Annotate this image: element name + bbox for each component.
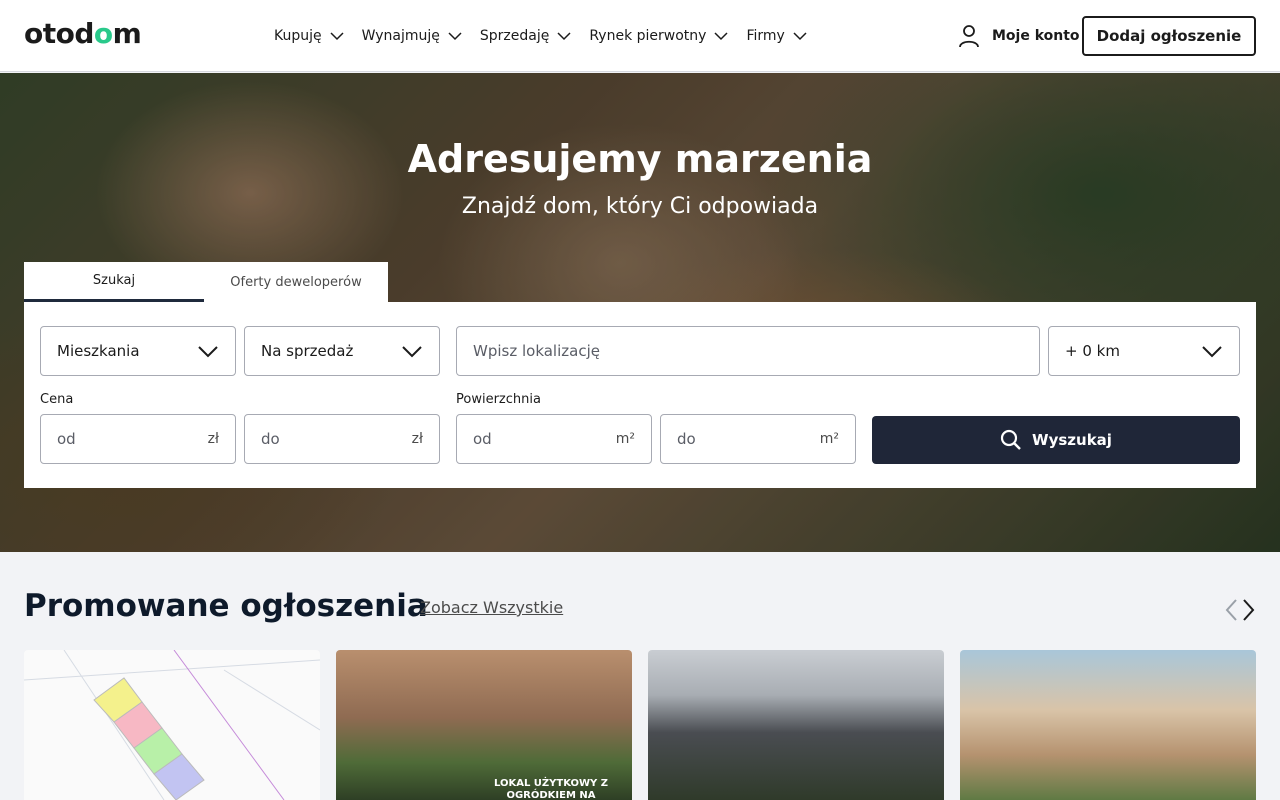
main-nav: Kupuję Wynajmuję Sprzedaję Rynek pierwot… <box>274 24 825 48</box>
add-listing-button[interactable]: Dodaj ogłoszenie <box>1082 16 1256 56</box>
chevron-down-icon <box>330 32 344 41</box>
search-tabs: Szukaj Oferty deweloperów <box>24 262 388 302</box>
location-field[interactable] <box>456 326 1040 376</box>
hero-section: Adresujemy marzenia Znajdź dom, który Ci… <box>0 73 1280 552</box>
transaction-type-select[interactable]: Na sprzedaż <box>244 326 440 376</box>
listing-card[interactable]: LOKAL UŻYTKOWY Z OGRÓDKIEM NA <box>336 650 632 800</box>
chevron-down-icon <box>448 32 462 41</box>
chevron-down-icon <box>714 32 728 41</box>
search-icon <box>1000 429 1021 450</box>
area-unit: m² <box>615 431 635 447</box>
nav-item-wynajmuje[interactable]: Wynajmuję <box>362 24 462 48</box>
area-from-field[interactable]: m² <box>456 414 652 464</box>
search-panel: Mieszkania Na sprzedaż + 0 km Cena Powie… <box>24 302 1256 488</box>
price-from-input[interactable] <box>57 430 219 448</box>
nav-item-label: Sprzedaję <box>479 28 550 44</box>
area-to-field[interactable]: m² <box>660 414 856 464</box>
user-icon <box>959 25 979 48</box>
nav-item-label: Rynek pierwotny <box>589 28 707 44</box>
search-button-label: Wyszukaj <box>1032 431 1112 449</box>
transaction-type-value: Na sprzedaż <box>261 342 354 360</box>
area-from-input[interactable] <box>473 430 635 448</box>
chevron-down-icon <box>402 346 422 358</box>
account-label: Moje konto <box>992 28 1080 44</box>
nav-item-kupuje[interactable]: Kupuję <box>274 24 344 48</box>
price-from-field[interactable]: zł <box>40 414 236 464</box>
nav-item-label: Firmy <box>746 28 785 44</box>
tab-search[interactable]: Szukaj <box>24 262 204 302</box>
distance-value: + 0 km <box>1065 342 1120 360</box>
area-label: Powierzchnia <box>456 392 541 407</box>
listing-card[interactable] <box>648 650 944 800</box>
chevron-down-icon <box>1202 346 1222 358</box>
property-type-select[interactable]: Mieszkania <box>40 326 236 376</box>
nav-item-label: Wynajmuję <box>361 28 440 44</box>
area-to-input[interactable] <box>677 430 839 448</box>
chevron-down-icon <box>793 32 807 41</box>
promoted-title: Promowane ogłoszenia <box>24 588 428 624</box>
hero-subtitle: Znajdź dom, który Ci odpowiada <box>461 194 819 219</box>
search-button[interactable]: Wyszukaj <box>872 416 1240 464</box>
carousel-prev-icon[interactable] <box>1222 598 1242 622</box>
price-to-input[interactable] <box>261 430 423 448</box>
listing-card[interactable] <box>24 650 320 800</box>
nav-item-sprzedaje[interactable]: Sprzedaję <box>480 24 571 48</box>
chevron-down-icon <box>557 32 571 41</box>
plot-map-image <box>24 650 320 800</box>
hero-title: Adresujemy marzenia <box>407 137 873 181</box>
nav-item-label: Kupuję <box>274 28 322 44</box>
otodom-logo[interactable]: otodom <box>24 17 142 51</box>
nav-item-firmy[interactable]: Firmy <box>746 24 807 48</box>
my-account-link[interactable]: Moje konto <box>958 24 1080 48</box>
property-type-value: Mieszkania <box>57 342 140 360</box>
distance-select[interactable]: + 0 km <box>1048 326 1240 376</box>
price-unit: zł <box>207 431 219 447</box>
price-label: Cena <box>40 392 74 407</box>
price-unit: zł <box>411 431 423 447</box>
nav-item-rynek-pierwotny[interactable]: Rynek pierwotny <box>589 24 728 48</box>
location-input[interactable] <box>473 342 1023 360</box>
chevron-down-icon <box>198 346 218 358</box>
price-to-field[interactable]: zł <box>244 414 440 464</box>
see-all-link[interactable]: Zobacz Wszystkie <box>420 598 563 617</box>
listing-badge: LOKAL UŻYTKOWY Z OGRÓDKIEM NA <box>493 778 609 800</box>
tab-developer-offers[interactable]: Oferty deweloperów <box>204 262 388 302</box>
site-header: otodom Kupuję Wynajmuję Sprzedaję Rynek … <box>0 0 1280 72</box>
area-unit: m² <box>819 431 839 447</box>
listing-card[interactable] <box>960 650 1256 800</box>
carousel-next-icon[interactable] <box>1240 598 1260 622</box>
